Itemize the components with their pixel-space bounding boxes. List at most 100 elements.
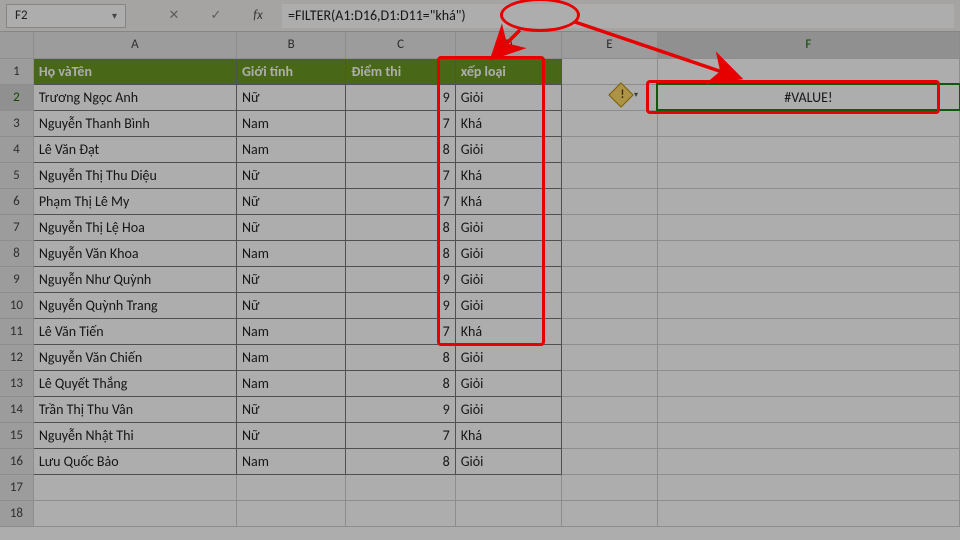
col-header-F[interactable]: F [657,32,959,58]
cell[interactable]: Khá [455,162,561,188]
cell[interactable]: xếp loại [455,58,561,84]
cell[interactable] [657,214,959,240]
cell[interactable] [657,396,959,422]
cell[interactable]: Lê Văn Tiến [33,318,236,344]
cell[interactable] [561,188,657,214]
cell[interactable]: 8 [346,448,455,474]
name-box[interactable]: F2 ▾ [6,4,126,28]
formula-input[interactable]: =FILTER(A1:D16,D1:D11="khá") [282,4,954,28]
cell[interactable] [657,240,959,266]
cell[interactable]: Nguyễn Quỳnh Trang [33,292,236,318]
cell[interactable]: 7 [346,318,455,344]
cell[interactable]: Nguyễn Văn Khoa [33,240,236,266]
cell[interactable] [657,344,959,370]
cell[interactable] [561,266,657,292]
cell[interactable]: Nguyễn Văn Chiến [33,344,236,370]
cell[interactable]: Nam [236,136,345,162]
error-indicator[interactable]: ! ▾ [612,90,638,100]
cell[interactable] [561,136,657,162]
cell[interactable] [561,448,657,474]
cell[interactable] [561,500,657,526]
cell[interactable] [561,344,657,370]
select-all-corner[interactable] [0,32,33,58]
cell[interactable]: Nữ [236,188,345,214]
cell[interactable] [561,110,657,136]
cell[interactable]: Trần Thị Thu Vân [33,396,236,422]
cell[interactable] [561,240,657,266]
cell[interactable]: 7 [346,188,455,214]
row-header[interactable]: 7 [0,214,33,240]
row-header[interactable]: 14 [0,396,33,422]
enter-check-icon[interactable]: ✓ [198,8,234,23]
cell[interactable]: Họ vàTên [33,58,236,84]
cell[interactable]: Phạm Thị Lê My [33,188,236,214]
cell[interactable]: Giỏi [455,448,561,474]
cell[interactable]: Khá [455,188,561,214]
row-header[interactable]: 17 [0,474,33,500]
row-header[interactable]: 9 [0,266,33,292]
cell[interactable] [657,500,959,526]
cell[interactable]: Nam [236,318,345,344]
cell[interactable]: 9 [346,266,455,292]
row-header[interactable]: 1 [0,58,33,84]
cell[interactable] [33,474,236,500]
cell[interactable] [33,500,236,526]
row-header[interactable]: 5 [0,162,33,188]
cell[interactable] [561,370,657,396]
cell[interactable] [657,474,959,500]
cell[interactable]: Nguyễn Thị Thu Diệu [33,162,236,188]
cell[interactable]: 8 [346,370,455,396]
cell[interactable]: Trương Ngọc Anh [33,84,236,110]
cell[interactable] [657,136,959,162]
cell[interactable] [657,422,959,448]
row-header[interactable]: 3 [0,110,33,136]
cell[interactable]: 9 [346,84,455,110]
cell[interactable]: 9 [346,292,455,318]
cell[interactable]: Khá [455,110,561,136]
row-header[interactable]: 12 [0,344,33,370]
cell[interactable]: Nam [236,240,345,266]
cell[interactable] [561,214,657,240]
cell[interactable] [561,396,657,422]
row-header[interactable]: 2 [0,84,33,110]
cell[interactable] [346,500,455,526]
cancel-icon[interactable]: ✕ [156,8,192,23]
col-header-E[interactable]: E [561,32,657,58]
cell[interactable] [455,500,561,526]
cell[interactable]: 7 [346,162,455,188]
cell[interactable]: Nữ [236,396,345,422]
cell[interactable]: 7 [346,110,455,136]
col-header-A[interactable]: A [33,32,236,58]
cell[interactable] [236,474,345,500]
cell[interactable] [657,292,959,318]
chevron-down-icon[interactable]: ▾ [112,9,117,22]
cell[interactable]: Nữ [236,422,345,448]
col-header-B[interactable]: B [236,32,345,58]
cell[interactable]: Nguyễn Thanh Bình [33,110,236,136]
col-header-D[interactable]: D [455,32,561,58]
selected-cell-f2[interactable]: #VALUE! [657,84,959,110]
cell[interactable] [236,500,345,526]
cell[interactable]: 8 [346,240,455,266]
cell[interactable] [561,292,657,318]
cell[interactable]: Nam [236,448,345,474]
row-header[interactable]: 10 [0,292,33,318]
fx-icon[interactable]: fx [240,8,276,23]
cell[interactable] [561,58,657,84]
row-header[interactable]: 8 [0,240,33,266]
cell[interactable]: 9 [346,396,455,422]
cell[interactable]: Nam [236,370,345,396]
cell[interactable]: Giỏi [455,396,561,422]
cell[interactable]: Nữ [236,292,345,318]
cell[interactable] [561,474,657,500]
cell[interactable] [657,110,959,136]
row-header[interactable]: 15 [0,422,33,448]
cell[interactable]: 8 [346,214,455,240]
cell[interactable]: Khá [455,318,561,344]
cell[interactable] [657,266,959,292]
cell[interactable]: Giỏi [455,344,561,370]
cell[interactable]: Giỏi [455,240,561,266]
cell[interactable] [657,188,959,214]
cell[interactable]: Giỏi [455,214,561,240]
cell[interactable] [561,422,657,448]
